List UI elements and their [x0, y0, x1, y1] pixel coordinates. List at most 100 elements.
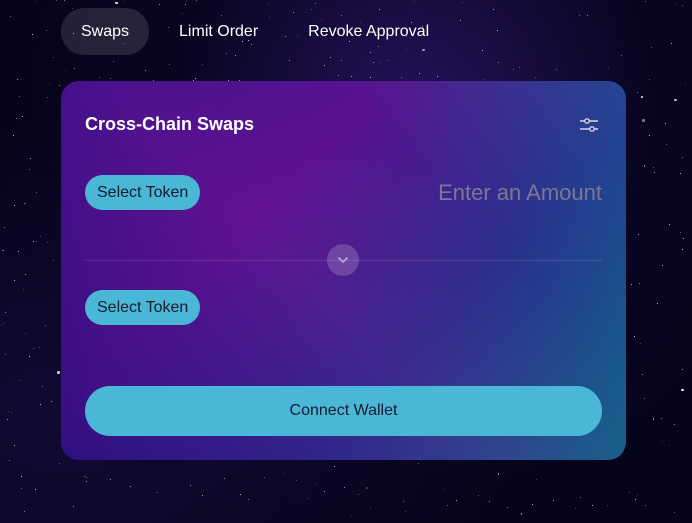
star — [579, 496, 581, 498]
tab-limit-order[interactable]: Limit Order — [159, 8, 278, 55]
select-to-token-button[interactable]: Select Token — [85, 290, 201, 325]
star — [185, 0, 187, 2]
star — [159, 3, 161, 5]
star — [58, 84, 60, 86]
tab-revoke-approval[interactable]: Revoke Approval — [288, 8, 449, 55]
star — [267, 3, 269, 5]
star — [52, 57, 54, 59]
sliders-icon[interactable] — [578, 115, 600, 135]
star — [316, 483, 318, 485]
star — [357, 494, 359, 496]
star — [99, 76, 101, 78]
star — [637, 234, 639, 236]
connect-wallet-button[interactable]: Connect Wallet — [85, 386, 602, 436]
amount-input[interactable] — [361, 176, 602, 210]
star — [16, 118, 18, 120]
star — [323, 65, 325, 67]
star — [638, 283, 640, 285]
star — [34, 1, 36, 3]
star — [456, 500, 458, 502]
star — [306, 497, 308, 499]
select-from-token-button[interactable]: Select Token — [85, 175, 201, 210]
star — [21, 116, 23, 118]
star — [23, 288, 25, 290]
star — [641, 96, 643, 98]
star — [670, 43, 672, 45]
star — [682, 368, 684, 370]
star — [681, 4, 683, 6]
star — [13, 445, 15, 447]
star — [606, 504, 608, 506]
star — [20, 487, 22, 489]
star — [55, 0, 57, 2]
star — [29, 169, 31, 171]
star — [674, 512, 676, 514]
star — [7, 410, 9, 412]
top-nav: Swaps Limit Order Revoke Approval — [61, 8, 459, 55]
star — [329, 56, 331, 58]
star — [682, 248, 684, 250]
star — [351, 514, 353, 516]
star — [607, 67, 609, 69]
star — [156, 492, 158, 494]
star — [621, 54, 623, 56]
swap-card: Cross-Chain Swaps Select Token Select To… — [61, 81, 626, 460]
star — [110, 78, 112, 80]
star — [507, 506, 509, 508]
star — [629, 492, 631, 494]
star — [296, 479, 298, 481]
star — [443, 489, 445, 491]
star — [369, 77, 371, 79]
star — [631, 283, 633, 285]
star — [579, 15, 580, 17]
star — [664, 122, 666, 124]
star — [498, 61, 500, 63]
star — [489, 501, 491, 503]
star — [656, 302, 658, 304]
star — [460, 19, 461, 21]
star — [553, 499, 555, 501]
star — [195, 77, 197, 79]
star — [247, 498, 249, 500]
star — [680, 232, 682, 234]
swap-direction-button[interactable] — [327, 244, 359, 276]
star — [36, 241, 38, 243]
star — [403, 501, 405, 503]
star — [314, 2, 316, 4]
star — [64, 69, 66, 71]
star — [201, 495, 203, 497]
star — [263, 477, 265, 479]
star — [636, 494, 638, 496]
star — [20, 380, 22, 382]
star — [497, 29, 499, 31]
star — [555, 68, 557, 70]
star — [184, 3, 186, 5]
star — [289, 59, 291, 61]
star — [633, 335, 635, 337]
star — [9, 15, 11, 17]
star — [123, 1, 125, 3]
star — [341, 60, 343, 62]
star — [24, 510, 26, 512]
star — [18, 251, 20, 253]
tab-swaps[interactable]: Swaps — [61, 8, 150, 55]
star — [73, 505, 75, 507]
star — [112, 60, 114, 62]
star — [47, 97, 49, 99]
star — [74, 68, 76, 70]
card-title: Cross-Chain Swaps — [85, 114, 255, 134]
star — [195, 0, 197, 1]
star — [635, 499, 637, 501]
star — [483, 78, 485, 80]
star — [643, 165, 646, 167]
star — [224, 477, 226, 479]
star — [38, 346, 40, 348]
star — [640, 343, 642, 345]
star — [684, 82, 686, 84]
star — [343, 487, 345, 489]
star — [378, 62, 380, 64]
star — [239, 494, 241, 496]
star — [386, 60, 388, 62]
star — [654, 171, 656, 173]
star — [650, 46, 652, 48]
